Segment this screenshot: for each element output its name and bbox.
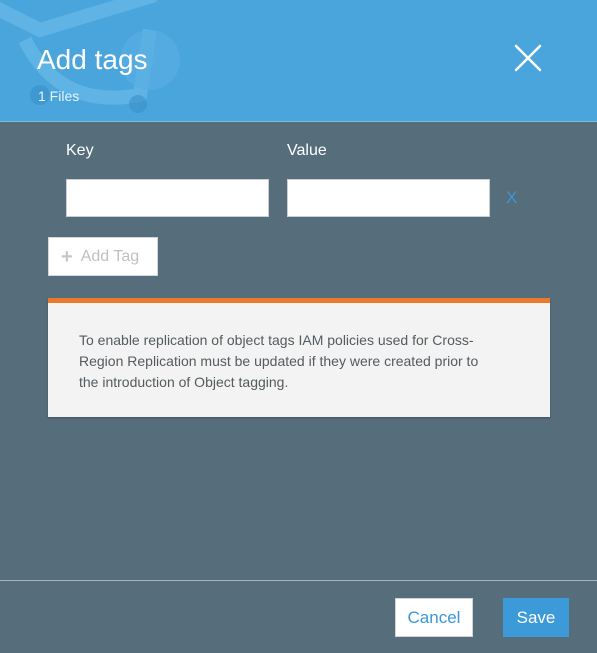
dialog-header: Add tags 1 Files bbox=[0, 0, 597, 122]
tag-key-input[interactable] bbox=[66, 179, 269, 217]
add-tag-label: Add Tag bbox=[80, 247, 140, 265]
close-icon bbox=[514, 44, 542, 72]
remove-tag-button[interactable]: X bbox=[506, 188, 517, 208]
plus-icon: + bbox=[61, 245, 73, 268]
dialog-title: Add tags bbox=[37, 44, 148, 75]
footer-divider bbox=[0, 580, 597, 581]
key-column-label: Key bbox=[66, 142, 94, 159]
close-button[interactable] bbox=[510, 40, 546, 76]
notice-text: To enable replication of object tags IAM… bbox=[79, 332, 479, 390]
save-button[interactable]: Save bbox=[503, 598, 569, 637]
value-column-label: Value bbox=[287, 142, 327, 159]
cancel-button[interactable]: Cancel bbox=[395, 598, 473, 637]
tag-value-input[interactable] bbox=[287, 179, 490, 217]
dialog-subtitle: 1 Files bbox=[38, 88, 80, 104]
replication-notice: To enable replication of object tags IAM… bbox=[48, 298, 550, 417]
add-tag-button[interactable]: + Add Tag bbox=[48, 237, 158, 276]
